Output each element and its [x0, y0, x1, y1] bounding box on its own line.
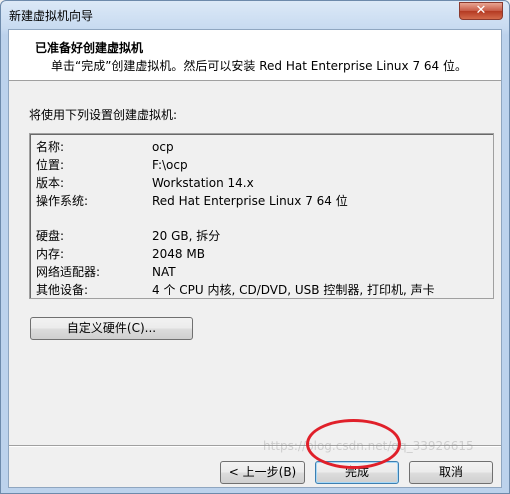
wizard-header: 已准备好创建虚拟机 单击“完成”创建虚拟机。然后可以安装 Red Hat Ent…: [9, 30, 501, 81]
annotation-circle: [306, 419, 401, 469]
settings-summary-box: 名称: ocp 位置: F:\ocp 版本: Workstation 14.x …: [29, 133, 494, 299]
title-bar[interactable]: 新建虚拟机向导 ✕: [1, 1, 509, 29]
close-button[interactable]: ✕: [459, 2, 503, 20]
setting-location-label: 位置:: [36, 158, 65, 172]
customize-hardware-button[interactable]: 自定义硬件(C)...: [30, 317, 193, 340]
setting-network-label: 网络适配器:: [36, 265, 101, 279]
window-title: 新建虚拟机向导: [9, 9, 94, 23]
setting-version-label: 版本:: [36, 176, 65, 190]
summary-row: 名称: ocp: [36, 138, 476, 156]
page-subtitle: 单击“完成”创建虚拟机。然后可以安装 Red Hat Enterprise Li…: [51, 59, 467, 73]
summary-row: 网络适配器: NAT: [36, 263, 476, 281]
summary-label: 将使用下列设置创建虚拟机:: [29, 108, 178, 122]
setting-name-value: ocp: [152, 140, 174, 154]
summary-row: 内存: 2048 MB: [36, 245, 476, 263]
summary-row: 版本: Workstation 14.x: [36, 174, 476, 192]
cancel-button[interactable]: 取消: [409, 461, 493, 484]
setting-memory-label: 内存:: [36, 247, 65, 261]
summary-row: 其他设备: 4 个 CPU 内核, CD/DVD, USB 控制器, 打印机, …: [36, 281, 476, 299]
setting-disk-label: 硬盘:: [36, 229, 65, 243]
page-title: 已准备好创建虚拟机: [35, 41, 144, 55]
summary-row: 位置: F:\ocp: [36, 156, 476, 174]
summary-row: 操作系统: Red Hat Enterprise Linux 7 64 位: [36, 192, 476, 210]
wizard-window: 新建虚拟机向导 ✕ 已准备好创建虚拟机 单击“完成”创建虚拟机。然后可以安装 R…: [0, 0, 510, 494]
setting-devices-value: 4 个 CPU 内核, CD/DVD, USB 控制器, 打印机, 声卡: [152, 283, 435, 297]
setting-devices-label: 其他设备:: [36, 283, 89, 297]
setting-disk-value: 20 GB, 拆分: [152, 229, 221, 243]
setting-os-value: Red Hat Enterprise Linux 7 64 位: [152, 194, 348, 208]
setting-version-value: Workstation 14.x: [152, 176, 254, 190]
setting-network-value: NAT: [152, 265, 176, 279]
back-button[interactable]: < 上一步(B): [220, 461, 305, 484]
summary-row: 硬盘: 20 GB, 拆分: [36, 227, 476, 245]
setting-location-value: F:\ocp: [152, 158, 188, 172]
setting-memory-value: 2048 MB: [152, 247, 205, 261]
setting-os-label: 操作系统:: [36, 194, 89, 208]
wizard-client-area: 已准备好创建虚拟机 单击“完成”创建虚拟机。然后可以安装 Red Hat Ent…: [8, 29, 502, 488]
setting-name-label: 名称:: [36, 140, 65, 154]
